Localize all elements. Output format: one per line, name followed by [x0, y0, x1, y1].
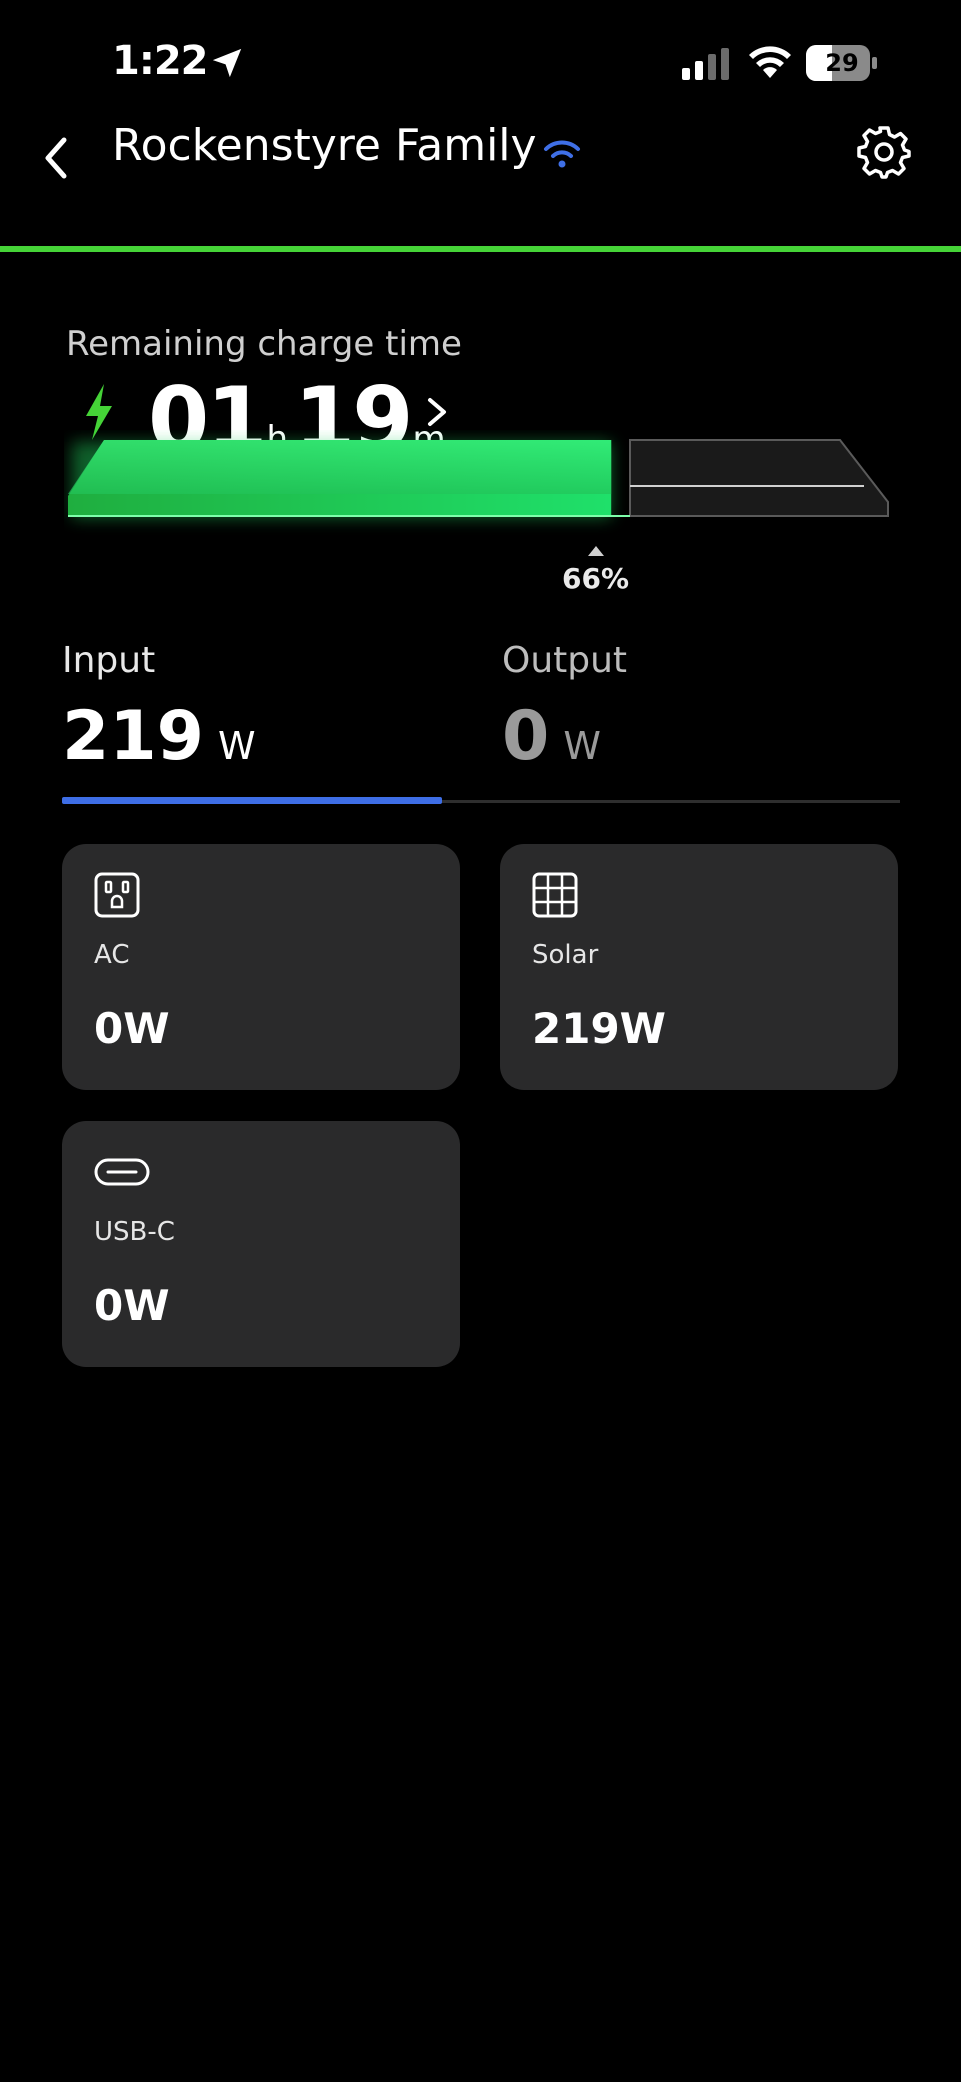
tab-indicator [62, 797, 442, 804]
status-time: 1:22 [112, 38, 208, 84]
solar-card[interactable]: Solar 219W [500, 844, 898, 1090]
battery-level-bar [68, 439, 889, 518]
usb-c-label: USB-C [94, 1217, 175, 1247]
input-unit: W [217, 724, 256, 768]
status-bar: 1:22 29 [0, 0, 961, 110]
input-value: 219 [62, 697, 204, 776]
header: Rockenstyre Family [0, 110, 961, 250]
ac-outlet-icon [94, 872, 140, 918]
tab-output[interactable]: Output 0 W [502, 640, 627, 776]
wifi-connection-icon [544, 140, 580, 168]
battery-empty-segment [629, 439, 889, 517]
cellular-signal-icon [682, 48, 729, 80]
chevron-right-icon[interactable] [424, 392, 450, 432]
gear-icon[interactable] [856, 124, 912, 180]
usb-c-value: 0W [94, 1281, 170, 1330]
battery-level: 29 [825, 49, 859, 77]
location-arrow-icon [212, 48, 242, 78]
ac-card[interactable]: AC 0W [62, 844, 460, 1090]
back-chevron-icon[interactable] [38, 130, 74, 186]
device-title: Rockenstyre Family [112, 120, 537, 171]
ac-label: AC [94, 940, 130, 970]
connection-status-line [0, 246, 961, 252]
battery-percent: 66% [562, 562, 630, 595]
input-label: Input [62, 640, 156, 681]
usb-c-card[interactable]: USB-C 0W [62, 1121, 460, 1367]
solar-label: Solar [532, 940, 599, 970]
output-value: 0 [502, 697, 550, 776]
solar-panel-icon [532, 872, 578, 918]
output-label: Output [502, 640, 628, 681]
percent-marker-icon [588, 546, 604, 556]
usb-c-port-icon [94, 1158, 150, 1186]
ac-value: 0W [94, 1004, 170, 1053]
output-unit: W [563, 724, 601, 768]
tab-input[interactable]: Input 219 W [62, 640, 256, 776]
remaining-charge-label: Remaining charge time [66, 324, 462, 364]
wifi-icon [749, 46, 791, 78]
solar-value: 219W [532, 1004, 666, 1053]
